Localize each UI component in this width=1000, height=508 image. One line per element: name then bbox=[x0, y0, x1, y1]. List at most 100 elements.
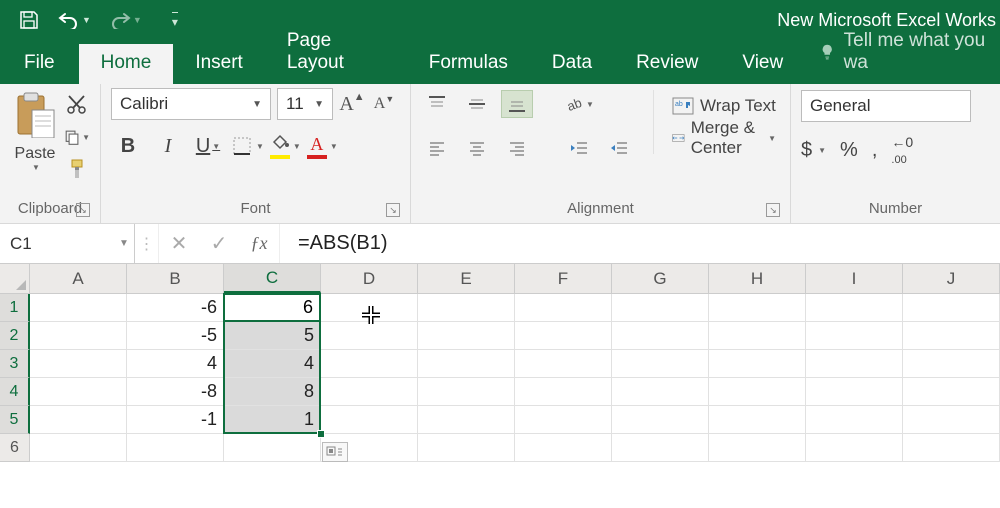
formula-input[interactable]: =ABS(B1) bbox=[279, 224, 1000, 263]
cell-B3[interactable]: 4 bbox=[127, 350, 224, 378]
cell-G5[interactable] bbox=[612, 406, 709, 434]
row-header-3[interactable]: 3 bbox=[0, 350, 30, 378]
cell-G2[interactable] bbox=[612, 322, 709, 350]
col-header-J[interactable]: J bbox=[903, 264, 1000, 293]
undo-dropdown-icon[interactable]: ▼ bbox=[82, 15, 91, 25]
autofill-options-button[interactable] bbox=[322, 442, 348, 462]
name-box-dropdown-icon[interactable]: ▼ bbox=[114, 238, 134, 249]
cell-F5[interactable] bbox=[515, 406, 612, 434]
cell-E5[interactable] bbox=[418, 406, 515, 434]
tab-data[interactable]: Data bbox=[530, 44, 614, 84]
cell-E6[interactable] bbox=[418, 434, 515, 462]
col-header-E[interactable]: E bbox=[418, 264, 515, 293]
cell-A5[interactable] bbox=[30, 406, 127, 434]
cell-B6[interactable] bbox=[127, 434, 224, 462]
orientation-button[interactable]: ab▼ bbox=[563, 90, 595, 118]
tab-review[interactable]: Review bbox=[614, 44, 720, 84]
font-color-button[interactable]: A ▼ bbox=[307, 134, 338, 159]
cell-J6[interactable] bbox=[903, 434, 1000, 462]
tab-insert[interactable]: Insert bbox=[173, 44, 265, 84]
cell-B5[interactable]: -1 bbox=[127, 406, 224, 434]
cell-J1[interactable] bbox=[903, 294, 1000, 322]
cell-A2[interactable] bbox=[30, 322, 127, 350]
cell-I2[interactable] bbox=[806, 322, 903, 350]
cell-I3[interactable] bbox=[806, 350, 903, 378]
underline-button[interactable]: U▼ bbox=[191, 131, 225, 161]
alignment-dialog-launcher[interactable]: ↘ bbox=[766, 203, 780, 217]
increase-indent-button[interactable] bbox=[603, 134, 635, 162]
qat-customize-icon[interactable]: ▾ bbox=[172, 12, 178, 29]
cell-J5[interactable] bbox=[903, 406, 1000, 434]
col-header-I[interactable]: I bbox=[806, 264, 903, 293]
cell-E4[interactable] bbox=[418, 378, 515, 406]
clipboard-dialog-launcher[interactable]: ↘ bbox=[76, 203, 90, 217]
cell-H5[interactable] bbox=[709, 406, 806, 434]
col-header-F[interactable]: F bbox=[515, 264, 612, 293]
cell-C3[interactable]: 4 bbox=[224, 350, 321, 378]
row-header-6[interactable]: 6 bbox=[0, 434, 30, 462]
cell-F1[interactable] bbox=[515, 294, 612, 322]
cell-G4[interactable] bbox=[612, 378, 709, 406]
tab-page-layout[interactable]: Page Layout bbox=[265, 22, 407, 84]
cell-D3[interactable] bbox=[321, 350, 418, 378]
format-painter-button[interactable] bbox=[64, 156, 90, 182]
cell-B4[interactable]: -8 bbox=[127, 378, 224, 406]
save-icon[interactable] bbox=[18, 9, 40, 31]
cell-E3[interactable] bbox=[418, 350, 515, 378]
cell-A1[interactable] bbox=[30, 294, 127, 322]
col-header-G[interactable]: G bbox=[612, 264, 709, 293]
cell-J2[interactable] bbox=[903, 322, 1000, 350]
tab-file[interactable]: File bbox=[0, 44, 79, 84]
italic-button[interactable]: I bbox=[151, 131, 185, 161]
accounting-format-button[interactable]: $▼ bbox=[801, 139, 826, 162]
paste-dropdown-icon[interactable]: ▼ bbox=[12, 163, 60, 172]
cell-I5[interactable] bbox=[806, 406, 903, 434]
font-name-combo[interactable]: Calibri▼ bbox=[111, 88, 271, 120]
col-header-D[interactable]: D bbox=[321, 264, 418, 293]
tell-me[interactable]: Tell me what you wa bbox=[805, 22, 1000, 84]
cell-H6[interactable] bbox=[709, 434, 806, 462]
font-dialog-launcher[interactable]: ↘ bbox=[386, 203, 400, 217]
cell-D1[interactable] bbox=[321, 294, 418, 322]
align-top-button[interactable] bbox=[421, 90, 453, 118]
percent-format-button[interactable]: % bbox=[840, 139, 858, 162]
copy-button[interactable]: ▼ bbox=[64, 124, 90, 150]
cell-A3[interactable] bbox=[30, 350, 127, 378]
cell-I4[interactable] bbox=[806, 378, 903, 406]
row-header-5[interactable]: 5 bbox=[0, 406, 30, 434]
cell-I6[interactable] bbox=[806, 434, 903, 462]
increase-font-size-button[interactable]: A▲ bbox=[339, 93, 365, 116]
align-left-button[interactable] bbox=[421, 134, 453, 162]
row-header-2[interactable]: 2 bbox=[0, 322, 30, 350]
cut-button[interactable] bbox=[64, 92, 90, 118]
align-right-button[interactable] bbox=[501, 134, 533, 162]
insert-function-button[interactable]: ƒx bbox=[239, 224, 279, 263]
fill-color-button[interactable]: ▼ bbox=[270, 134, 301, 159]
cell-B1[interactable]: -6 bbox=[127, 294, 224, 322]
cell-D5[interactable] bbox=[321, 406, 418, 434]
col-header-B[interactable]: B bbox=[127, 264, 224, 293]
cell-F6[interactable] bbox=[515, 434, 612, 462]
tab-formulas[interactable]: Formulas bbox=[407, 44, 530, 84]
align-center-button[interactable] bbox=[461, 134, 493, 162]
accept-formula-button[interactable]: ✓ bbox=[199, 224, 239, 263]
cell-H2[interactable] bbox=[709, 322, 806, 350]
paste-button[interactable]: Paste ▼ bbox=[10, 90, 60, 172]
merge-center-button[interactable]: Merge & Center ▼ bbox=[668, 122, 780, 154]
fill-handle[interactable] bbox=[317, 430, 325, 438]
cell-E2[interactable] bbox=[418, 322, 515, 350]
cancel-formula-button[interactable]: ✕ bbox=[159, 224, 199, 263]
cell-C6[interactable] bbox=[224, 434, 321, 462]
cell-D2[interactable] bbox=[321, 322, 418, 350]
number-format-combo[interactable]: General bbox=[801, 90, 971, 122]
tab-view[interactable]: View bbox=[720, 44, 805, 84]
borders-button[interactable]: ▼ bbox=[231, 135, 264, 157]
tab-home[interactable]: Home bbox=[79, 44, 174, 84]
decrease-indent-button[interactable] bbox=[563, 134, 595, 162]
cell-H1[interactable] bbox=[709, 294, 806, 322]
spreadsheet-grid[interactable]: A B C D E F G H I J 1 -6 2 -5 5 3 bbox=[0, 264, 1000, 462]
increase-decimal-button[interactable]: ←0.00 bbox=[891, 134, 913, 166]
cell-C5[interactable]: 1 bbox=[224, 406, 321, 434]
cell-G3[interactable] bbox=[612, 350, 709, 378]
cell-F2[interactable] bbox=[515, 322, 612, 350]
